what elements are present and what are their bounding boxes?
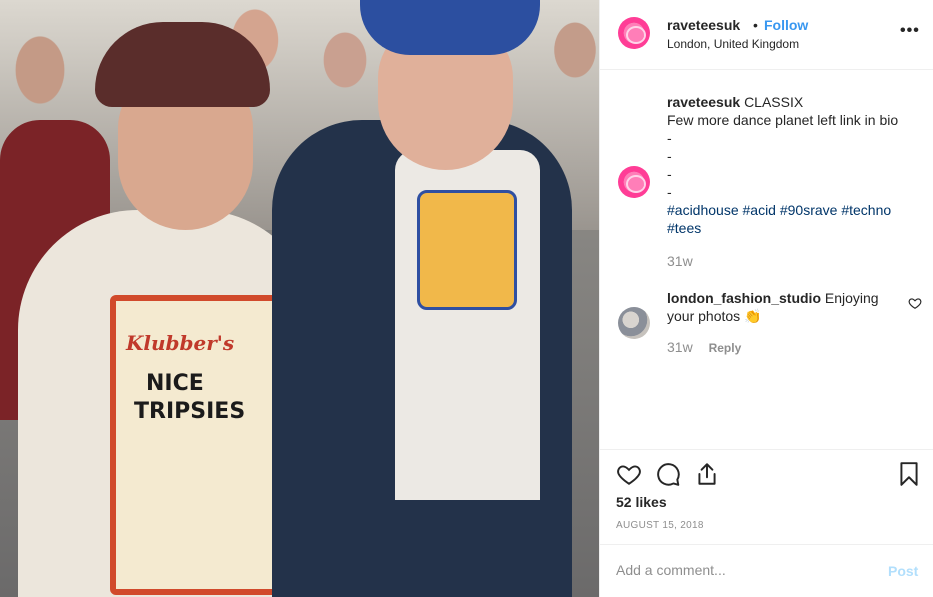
heart-icon[interactable] [616, 461, 642, 487]
share-icon[interactable] [694, 461, 720, 487]
caption-text: raveteesuk CLASSIX Few more dance planet… [667, 93, 917, 237]
post-side-panel: raveteesuk • Follow London, United Kingd… [599, 0, 933, 597]
reply-button[interactable]: Reply [709, 341, 742, 355]
photo-left-tee-graphic: Klubber's NICE TRIPSIES [110, 295, 280, 595]
bookmark-icon[interactable] [896, 461, 922, 487]
comment-avatar[interactable] [618, 307, 650, 339]
likes-count[interactable]: 52 likes [616, 494, 667, 510]
tee-left-text-1: Klubber's [126, 331, 235, 355]
comments-section: raveteesuk CLASSIX Few more dance planet… [600, 71, 933, 449]
caption-dash: - [667, 148, 672, 164]
caption-dash: - [667, 166, 672, 182]
caption-dash: - [667, 184, 672, 200]
avatar[interactable] [618, 17, 650, 49]
header-separator: • [753, 17, 758, 33]
comment-heart-icon[interactable] [908, 296, 922, 310]
photo-right-tee-logo [417, 190, 517, 310]
follow-button[interactable]: Follow [764, 17, 808, 33]
post-photo[interactable]: Klubber's NICE TRIPSIES [0, 0, 599, 597]
header-username[interactable]: raveteesuk [667, 17, 740, 33]
caption-avatar[interactable] [618, 166, 650, 198]
instagram-post: Klubber's NICE TRIPSIES raveteesuk • Fol… [0, 0, 933, 597]
tee-left-text-3: TRIPSIES [134, 399, 246, 424]
comment-meta: 31w Reply [667, 339, 741, 355]
comment-username[interactable]: london_fashion_studio [667, 290, 821, 306]
clapping-hands-emoji: 👏 [744, 308, 762, 324]
caption-hashtags[interactable]: #acidhouse #acid #90srave #techno [667, 201, 917, 219]
tee-left-text-2: NICE [146, 371, 204, 396]
caption-hashtag-tees[interactable]: #tees [667, 219, 917, 237]
add-comment-bar: Post [600, 544, 933, 597]
photo-right-tee [395, 150, 540, 500]
caption-dash: - [667, 130, 672, 146]
caption-timestamp[interactable]: 31w [667, 253, 693, 269]
location-link[interactable]: London, United Kingdom [667, 37, 799, 51]
caption-username[interactable]: raveteesuk [667, 94, 740, 110]
caption-line: Few more dance planet left link in bio [667, 112, 899, 128]
post-actions: 52 likes AUGUST 15, 2018 [600, 449, 933, 544]
caption-title: CLASSIX [744, 94, 804, 110]
post-header: raveteesuk • Follow London, United Kingd… [600, 0, 933, 70]
post-date[interactable]: AUGUST 15, 2018 [616, 520, 704, 531]
comment-input[interactable] [616, 562, 866, 578]
more-options-icon[interactable]: ••• [900, 22, 920, 40]
post-button[interactable]: Post [888, 563, 918, 579]
comment-timestamp[interactable]: 31w [667, 339, 693, 355]
comment-icon[interactable] [655, 461, 681, 487]
photo-right-bucket-hat [360, 0, 540, 55]
comment-text: london_fashion_studio Enjoying your phot… [667, 289, 907, 325]
